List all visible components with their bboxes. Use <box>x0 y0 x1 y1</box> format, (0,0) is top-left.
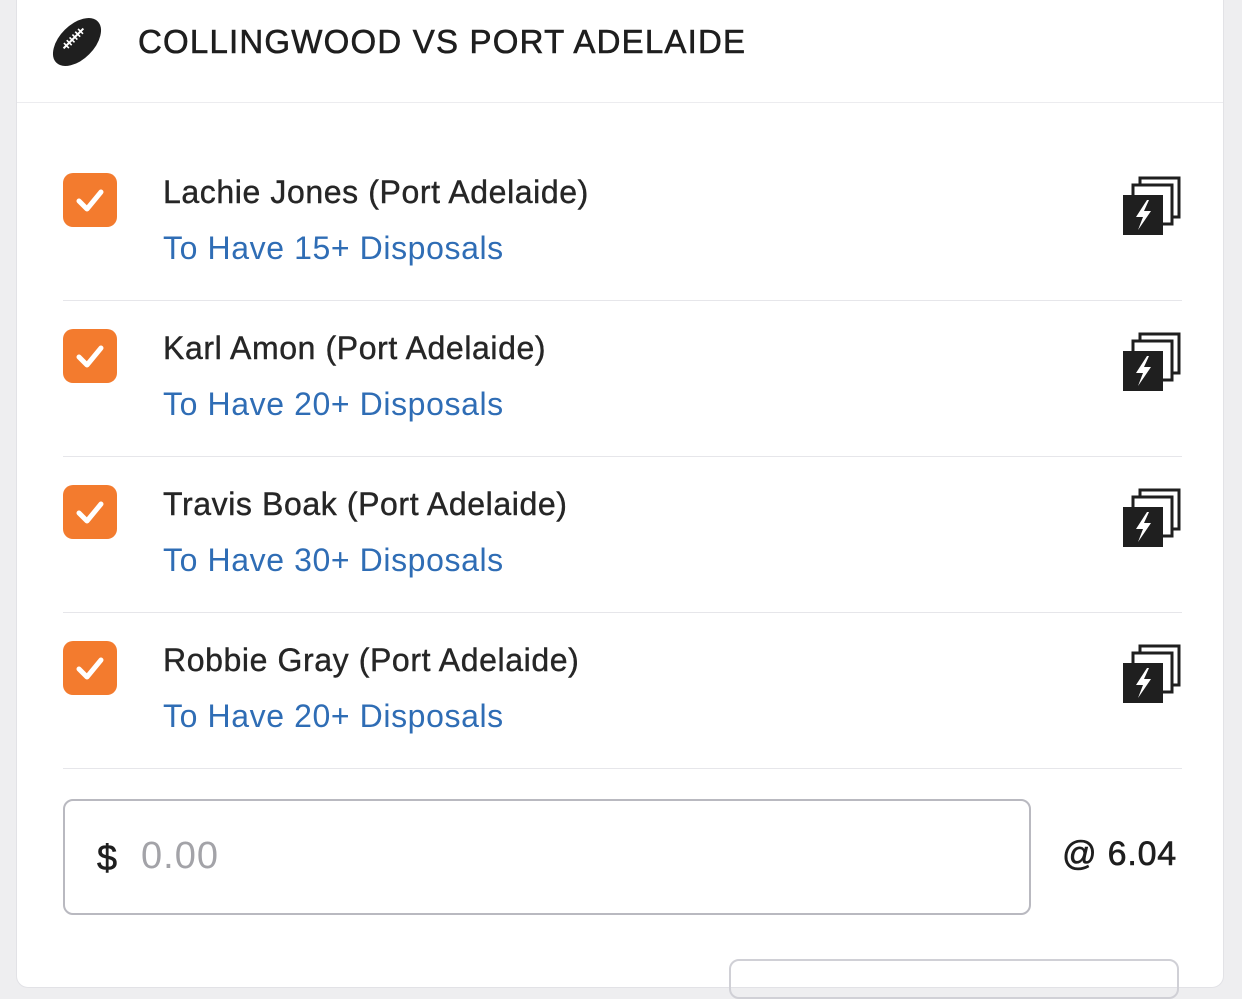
player-name: Karl Amon (Port Adelaide) <box>163 330 547 366</box>
checkmark-icon <box>76 501 104 524</box>
currency-symbol: $ <box>97 837 118 879</box>
leg-checkbox[interactable] <box>63 485 117 539</box>
next-button[interactable] <box>729 959 1179 999</box>
player-name: Robbie Gray (Port Adelaide) <box>163 642 580 678</box>
same-game-multi-icon[interactable] <box>1120 487 1182 549</box>
market-name[interactable]: To Have 15+ Disposals <box>163 230 504 267</box>
market-name[interactable]: To Have 20+ Disposals <box>163 698 504 735</box>
bet-card: COLLINGWOOD VS PORT ADELAIDE Lachie Jone… <box>16 0 1224 999</box>
leg-checkbox[interactable] <box>63 641 117 695</box>
bet-leg: Robbie Gray (Port Adelaide) To Have 20+ … <box>63 613 1182 769</box>
same-game-multi-icon[interactable] <box>1120 331 1182 393</box>
football-icon <box>51 16 103 68</box>
checkmark-icon <box>76 189 104 212</box>
match-header: COLLINGWOOD VS PORT ADELAIDE <box>17 1 1223 103</box>
player-name: Lachie Jones (Port Adelaide) <box>163 174 589 210</box>
player-name: Travis Boak (Port Adelaide) <box>163 486 568 522</box>
leg-checkbox[interactable] <box>63 173 117 227</box>
stake-input-box[interactable]: $ <box>63 799 1031 915</box>
same-game-multi-icon[interactable] <box>1120 175 1182 237</box>
stake-amount-input[interactable] <box>141 823 1001 889</box>
leg-checkbox[interactable] <box>63 329 117 383</box>
match-title: COLLINGWOOD VS PORT ADELAIDE <box>138 23 747 61</box>
bet-leg: Karl Amon (Port Adelaide) To Have 20+ Di… <box>63 301 1182 457</box>
checkmark-icon <box>76 345 104 368</box>
market-name[interactable]: To Have 20+ Disposals <box>163 386 504 423</box>
bet-leg: Lachie Jones (Port Adelaide) To Have 15+… <box>63 145 1182 301</box>
market-name[interactable]: To Have 30+ Disposals <box>163 542 504 579</box>
odds-value: @ 6.04 <box>1062 835 1177 874</box>
checkmark-icon <box>76 657 104 680</box>
bet-leg: Travis Boak (Port Adelaide) To Have 30+ … <box>63 457 1182 613</box>
same-game-multi-icon[interactable] <box>1120 643 1182 705</box>
